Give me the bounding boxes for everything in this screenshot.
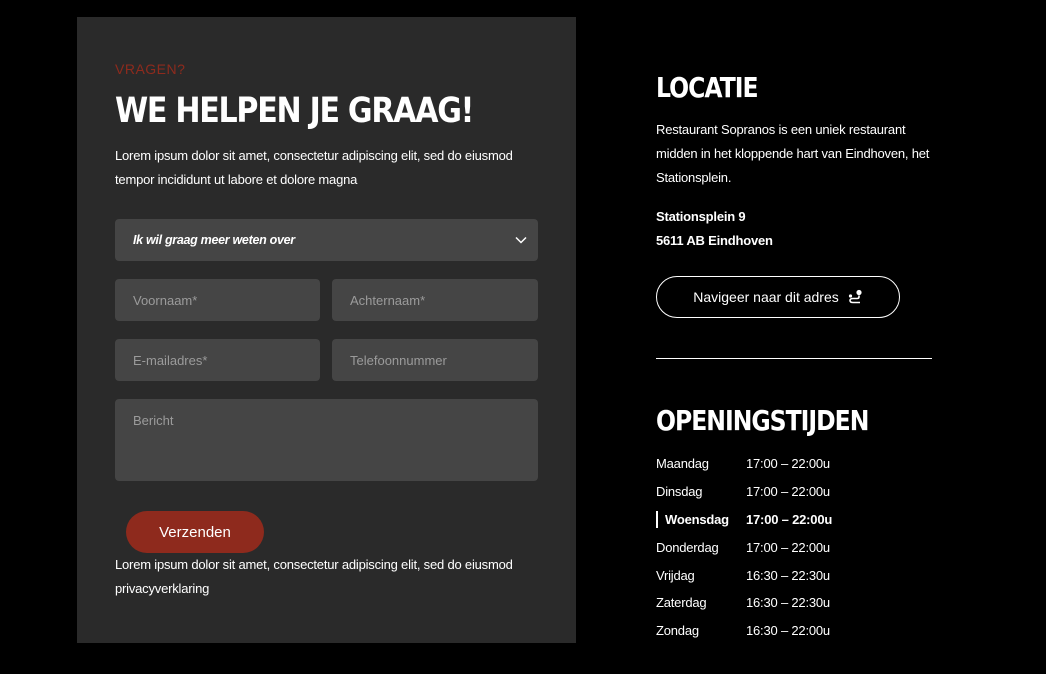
navigate-button[interactable]: Navigeer naar dit adres: [656, 276, 900, 318]
section-divider: [656, 358, 932, 359]
last-name-field[interactable]: Achternaam*: [332, 279, 538, 321]
phone-field[interactable]: Telefoonnummer: [332, 339, 538, 381]
address: Stationsplein 9 5611 AB Eindhoven: [656, 205, 773, 253]
opening-hours-time: 16:30 – 22:30u: [746, 595, 830, 611]
form-eyebrow: VRAGEN?: [115, 61, 186, 77]
opening-hours-time: 16:30 – 22:00u: [746, 623, 830, 639]
route-icon: [848, 289, 862, 304]
chevron-down-icon: [515, 236, 527, 244]
opening-hours-day: Zondag: [656, 623, 699, 639]
location-heading: LOCATIE: [656, 71, 759, 104]
email-field[interactable]: E-mailadres*: [115, 339, 320, 381]
navigate-button-label: Navigeer naar dit adres: [693, 289, 839, 305]
opening-hours-row: Zondag 16:30 – 22:00u: [656, 617, 936, 645]
opening-hours-row: Maandag 17:00 – 22:00u: [656, 450, 936, 478]
submit-button[interactable]: Verzenden: [126, 511, 264, 553]
privacy-text: Lorem ipsum dolor sit amet, consectetur …: [115, 557, 513, 596]
first-name-field[interactable]: Voornaam*: [115, 279, 320, 321]
opening-hours-row: Dinsdag 17:00 – 22:00u: [656, 478, 936, 506]
form-heading: WE HELPEN JE GRAAG!: [115, 91, 474, 131]
address-city: 5611 AB Eindhoven: [656, 233, 773, 248]
opening-hours-heading: OPENINGSTIJDEN: [656, 404, 869, 437]
opening-hours-day: Vrijdag: [656, 567, 695, 583]
opening-hours-day: Woensdag: [665, 511, 729, 527]
opening-hours-day: Donderdag: [656, 539, 719, 555]
subject-select-value: Ik wil graag meer weten over: [133, 233, 295, 247]
form-intro: Lorem ipsum dolor sit amet, consectetur …: [115, 148, 513, 187]
location-description: Restaurant Sopranos is een uniek restaur…: [656, 122, 930, 185]
opening-hours-time: 17:00 – 22:00u: [746, 456, 830, 472]
opening-hours-row: Woensdag 17:00 – 22:00u: [656, 506, 936, 534]
message-field[interactable]: Bericht: [115, 399, 538, 481]
opening-hours-row: Vrijdag 16:30 – 22:30u: [656, 561, 936, 589]
contact-form-panel: VRAGEN? WE HELPEN JE GRAAG! Lorem ipsum …: [77, 17, 576, 643]
opening-hours-day: Maandag: [656, 456, 709, 472]
opening-hours-row: Donderdag 17:00 – 22:00u: [656, 533, 936, 561]
opening-hours-day: Zaterdag: [656, 595, 707, 611]
subject-select[interactable]: Ik wil graag meer weten over: [115, 219, 538, 261]
opening-hours-time: 17:00 – 22:00u: [746, 484, 830, 500]
opening-hours-day: Dinsdag: [656, 484, 703, 500]
opening-hours-list: Maandag 17:00 – 22:00u Dinsdag 17:00 – 22:0…: [656, 450, 936, 645]
opening-hours-time: 17:00 – 22:00u: [746, 539, 830, 555]
opening-hours-time: 16:30 – 22:30u: [746, 567, 830, 583]
opening-hours-row: Zaterdag 16:30 – 22:30u: [656, 589, 936, 617]
opening-hours-time: 17:00 – 22:00u: [746, 511, 833, 527]
address-street: Stationsplein 9: [656, 209, 746, 224]
